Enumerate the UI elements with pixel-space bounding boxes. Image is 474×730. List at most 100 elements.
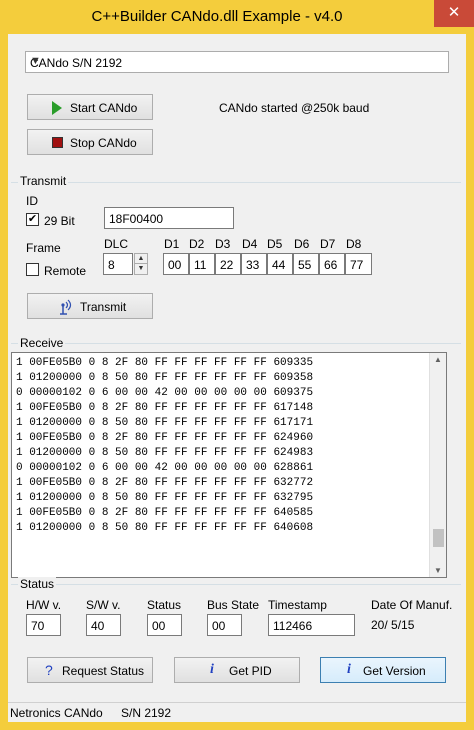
receive-line: 0 00000102 0 6 00 00 42 00 00 00 00 00 6… (16, 462, 314, 474)
hw-version-label: H/W v. (26, 598, 62, 612)
receive-line: 1 01200000 0 8 50 80 FF FF FF FF FF FF 6… (16, 522, 314, 534)
manufacture-date-value: 20/ 5/15 (371, 618, 415, 632)
dlc-field-value: 8 (108, 258, 115, 272)
remote-checkbox[interactable] (26, 263, 39, 276)
spinner-down-icon[interactable]: ▼ (135, 264, 147, 274)
hw-version-field[interactable]: 70 (26, 614, 61, 636)
start-cando-label: Start CANdo (70, 101, 138, 115)
timestamp-field[interactable]: 112466 (268, 614, 355, 636)
statusbar-serial: S/N 2192 (121, 706, 172, 720)
scroll-up-icon[interactable]: ▲ (434, 355, 442, 364)
d3-value: 22 (220, 258, 234, 272)
receive-line: 1 00FE05B0 0 8 2F 80 FF FF FF FF FF FF 6… (16, 402, 314, 414)
spinner-up-icon[interactable]: ▲ (135, 254, 147, 264)
info-icon: i (347, 662, 351, 677)
bus-state-value: 00 (212, 619, 226, 633)
receive-line: 1 00FE05B0 0 8 2F 80 FF FF FF FF FF FF 6… (16, 357, 314, 369)
d5-field[interactable]: 44 (267, 253, 293, 275)
antenna-icon (60, 299, 72, 315)
d6-field[interactable]: 55 (293, 253, 319, 275)
client-area: CANdo S/N 2192 ▼ Start CANdo Stop CANdo … (8, 34, 466, 722)
receive-line: 0 00000102 0 6 00 00 42 00 00 00 00 00 6… (16, 387, 314, 399)
d4-header: D4 (242, 237, 258, 251)
play-icon (52, 101, 62, 115)
question-icon: ? (45, 662, 53, 678)
d1-field[interactable]: 00 (163, 253, 189, 275)
receive-log[interactable]: 1 00FE05B0 0 8 2F 80 FF FF FF FF FF FF 6… (11, 352, 447, 578)
id-field-value: 18F00400 (109, 212, 164, 226)
d7-value: 66 (324, 258, 338, 272)
d7-field[interactable]: 66 (319, 253, 345, 275)
sw-version-field[interactable]: 40 (86, 614, 121, 636)
dlc-label: DLC (104, 237, 129, 251)
info-icon: i (210, 662, 214, 677)
receive-line: 1 00FE05B0 0 8 2F 80 FF FF FF FF FF FF 6… (16, 477, 314, 489)
id-label: ID (26, 194, 38, 208)
d3-field[interactable]: 22 (215, 253, 241, 275)
d1-value: 00 (168, 258, 182, 272)
request-status-button[interactable]: ? Request Status (27, 657, 153, 683)
hw-version-value: 70 (31, 619, 45, 633)
stop-cando-label: Stop CANdo (70, 136, 137, 150)
d5-header: D5 (267, 237, 283, 251)
scroll-thumb[interactable] (433, 529, 444, 547)
get-version-button[interactable]: i Get Version (320, 657, 446, 683)
frame-label: Frame (26, 241, 61, 255)
get-version-label: Get Version (363, 664, 426, 678)
start-cando-button[interactable]: Start CANdo (27, 94, 153, 120)
stop-cando-button[interactable]: Stop CANdo (27, 129, 153, 155)
statusbar-maker: Netronics CANdo (10, 706, 103, 720)
transmit-button[interactable]: Transmit (27, 293, 153, 319)
bus-state-field[interactable]: 00 (207, 614, 242, 636)
d6-header: D6 (294, 237, 310, 251)
window-title: C++Builder CANdo.dll Example - v4.0 (91, 8, 343, 25)
get-pid-label: Get PID (229, 664, 272, 678)
window-frame-left (0, 34, 8, 730)
d2-value: 11 (194, 258, 207, 272)
chevron-down-icon: ▼ (30, 55, 41, 67)
device-select[interactable]: CANdo S/N 2192 ▼ (25, 51, 449, 73)
transmit-group (11, 182, 461, 183)
receive-line: 1 01200000 0 8 50 80 FF FF FF FF FF FF 6… (16, 372, 314, 384)
get-pid-button[interactable]: i Get PID (174, 657, 300, 683)
d4-field[interactable]: 33 (241, 253, 267, 275)
d8-header: D8 (346, 237, 362, 251)
id-field[interactable]: 18F00400 (104, 207, 234, 229)
d7-header: D7 (320, 237, 336, 251)
receive-scrollbar[interactable]: ▲ ▼ (429, 353, 446, 577)
d8-field[interactable]: 77 (345, 253, 372, 275)
status-value: 00 (152, 619, 166, 633)
close-button[interactable]: ✕ (434, 0, 474, 27)
d3-header: D3 (215, 237, 231, 251)
receive-line: 1 01200000 0 8 50 80 FF FF FF FF FF FF 6… (16, 417, 314, 429)
request-status-label: Request Status (62, 664, 145, 678)
dlc-field[interactable]: 8 (103, 253, 133, 275)
remote-label: Remote (44, 264, 87, 278)
manufacture-date-label: Date Of Manuf. (371, 598, 453, 612)
stop-icon (52, 137, 63, 148)
receive-group-title: Receive (18, 336, 66, 350)
window-frame-right (466, 34, 474, 730)
receive-line: 1 00FE05B0 0 8 2F 80 FF FF FF FF FF FF 6… (16, 432, 314, 444)
d8-value: 77 (350, 258, 364, 272)
transmit-group-title: Transmit (18, 174, 69, 188)
status-group (11, 584, 461, 585)
receive-group (11, 343, 461, 344)
scroll-down-icon[interactable]: ▼ (434, 566, 442, 575)
receive-line: 1 00FE05B0 0 8 2F 80 FF FF FF FF FF FF 6… (16, 507, 314, 519)
connection-status-text: CANdo started @250k baud (219, 101, 370, 115)
sw-version-value: 40 (91, 619, 105, 633)
status-group-title: Status (18, 577, 57, 591)
status-field[interactable]: 00 (147, 614, 182, 636)
dlc-spinner[interactable]: ▲ ▼ (134, 253, 148, 275)
status-label: Status (147, 598, 182, 612)
transmit-button-label: Transmit (80, 300, 127, 314)
receive-line: 1 01200000 0 8 50 80 FF FF FF FF FF FF 6… (16, 492, 314, 504)
d2-field[interactable]: 11 (189, 253, 215, 275)
d4-value: 33 (246, 258, 260, 272)
bit29-checkbox[interactable]: ✔ (26, 213, 39, 226)
d6-value: 55 (298, 258, 312, 272)
d5-value: 44 (272, 258, 286, 272)
bus-state-label: Bus State (207, 598, 260, 612)
d2-header: D2 (189, 237, 205, 251)
